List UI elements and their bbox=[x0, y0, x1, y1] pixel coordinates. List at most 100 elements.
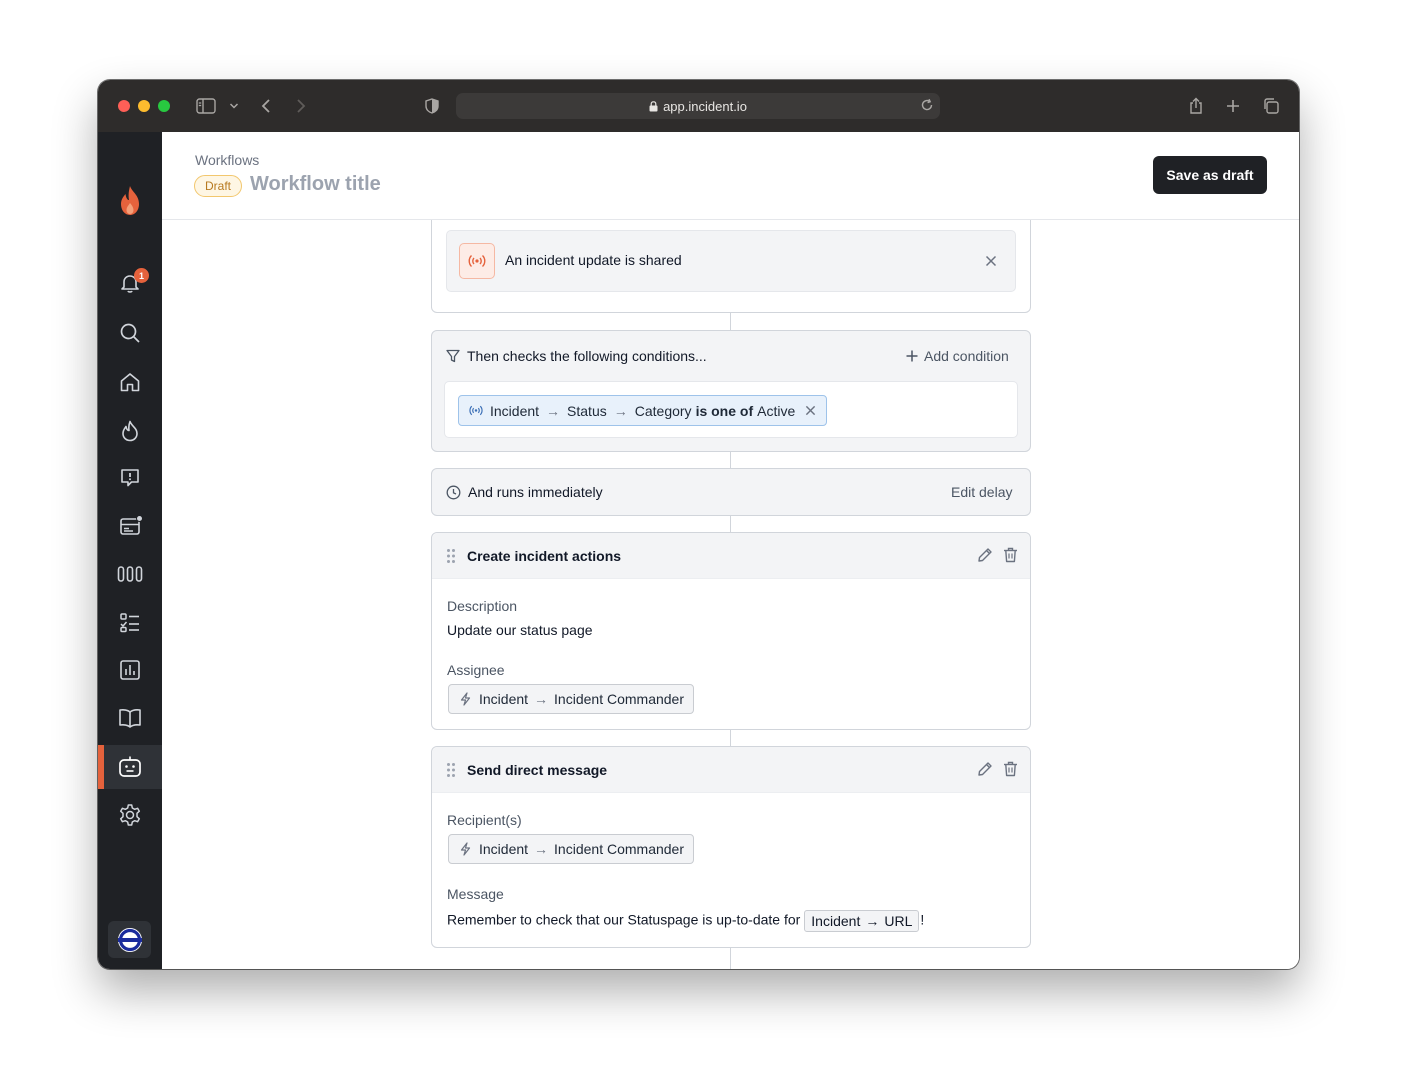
tab-overview-icon[interactable] bbox=[1259, 94, 1283, 118]
connector-line bbox=[730, 516, 731, 532]
arrow-right-icon: → bbox=[546, 402, 561, 419]
edit-pencil-icon[interactable] bbox=[977, 547, 993, 563]
workflows-robot-icon[interactable] bbox=[98, 745, 162, 789]
flame-logo-icon[interactable] bbox=[98, 179, 162, 223]
message-variable-chip[interactable]: Incident → URL bbox=[804, 910, 920, 932]
plus-icon bbox=[906, 350, 918, 362]
share-icon[interactable] bbox=[1184, 94, 1208, 118]
on-call-icon[interactable] bbox=[98, 552, 162, 596]
variable-part-commander: Incident Commander bbox=[554, 691, 684, 707]
back-arrow-icon[interactable] bbox=[254, 94, 278, 118]
search-icon[interactable] bbox=[98, 311, 162, 355]
minimize-window-button[interactable] bbox=[138, 100, 150, 112]
action-header: Send direct message bbox=[432, 747, 1030, 793]
delay-card: And runs immediately Edit delay bbox=[431, 468, 1031, 516]
arrow-right-icon: → bbox=[534, 841, 549, 857]
zoom-window-button[interactable] bbox=[158, 100, 170, 112]
remove-condition-close-icon[interactable] bbox=[805, 405, 816, 416]
notification-count-badge: 1 bbox=[134, 268, 149, 283]
variable-part-incident: Incident bbox=[479, 841, 529, 857]
privacy-shield-icon[interactable] bbox=[420, 94, 444, 118]
action-card-create-incident-actions: Create incident actions Description Upda… bbox=[431, 532, 1031, 730]
recipients-label: Recipient(s) bbox=[447, 812, 522, 828]
arrow-right-icon: → bbox=[865, 913, 880, 929]
conditions-heading: Then checks the following conditions... bbox=[446, 348, 707, 364]
chevron-down-icon[interactable] bbox=[222, 94, 246, 118]
page-header: Workflows Draft Workflow title Save as d… bbox=[162, 132, 1299, 220]
arrow-right-icon: → bbox=[534, 691, 549, 707]
message-label: Message bbox=[447, 886, 504, 902]
delay-text: And runs immediately bbox=[468, 484, 603, 500]
assignee-variable-chip[interactable]: Incident → Incident Commander bbox=[448, 684, 694, 714]
variable-part-url: URL bbox=[884, 913, 913, 929]
lightning-icon bbox=[460, 692, 479, 706]
delete-trash-icon[interactable] bbox=[1003, 761, 1018, 777]
workflow-canvas: An incident update is shared Then checks… bbox=[162, 220, 1299, 969]
conditions-list: Incident → Status → Category is one of A… bbox=[444, 381, 1018, 438]
insights-chart-icon[interactable] bbox=[98, 648, 162, 692]
home-icon[interactable] bbox=[98, 360, 162, 404]
variable-part-incident: Incident bbox=[811, 913, 861, 929]
notifications-bell-icon[interactable]: 1 bbox=[98, 261, 162, 305]
variable-part-commander: Incident Commander bbox=[554, 841, 684, 857]
sidebar-toggle-icon[interactable] bbox=[194, 94, 218, 118]
description-value: Update our status page bbox=[447, 622, 593, 638]
status-page-icon[interactable] bbox=[98, 504, 162, 548]
delete-trash-icon[interactable] bbox=[1003, 547, 1018, 563]
status-badge: Draft bbox=[194, 175, 243, 197]
remove-trigger-close-icon[interactable] bbox=[985, 255, 997, 267]
message-suffix: ! bbox=[920, 911, 925, 928]
lock-icon bbox=[649, 100, 658, 112]
action-card-send-direct-message: Send direct message Recipient(s) Inciden… bbox=[431, 746, 1031, 948]
trigger-label: An incident update is shared bbox=[505, 252, 682, 268]
breadcrumb-workflows[interactable]: Workflows bbox=[195, 152, 259, 168]
condition-value: Active bbox=[757, 402, 796, 419]
drag-handle-icon[interactable] bbox=[446, 762, 456, 783]
condition-operator: is one of bbox=[695, 402, 754, 419]
alert-message-icon[interactable] bbox=[98, 456, 162, 500]
edit-pencil-icon[interactable] bbox=[977, 761, 993, 777]
condition-part-status: Status bbox=[567, 402, 607, 419]
clock-icon bbox=[446, 485, 468, 500]
organization-logo[interactable] bbox=[108, 921, 151, 958]
add-condition-button[interactable]: Add condition bbox=[906, 348, 1009, 364]
condition-part-incident: Incident bbox=[490, 402, 540, 419]
address-bar[interactable]: app.incident.io bbox=[456, 93, 940, 119]
app-sidebar: 1 bbox=[98, 132, 162, 969]
incidents-flame-icon[interactable] bbox=[98, 409, 162, 453]
conditions-heading-text: Then checks the following conditions... bbox=[467, 348, 707, 364]
save-as-draft-button[interactable]: Save as draft bbox=[1153, 156, 1267, 194]
trigger-card: An incident update is shared bbox=[431, 220, 1031, 313]
trigger-item[interactable]: An incident update is shared bbox=[446, 230, 1016, 292]
delay-label: And runs immediately bbox=[446, 484, 603, 500]
reload-icon[interactable] bbox=[920, 98, 934, 112]
new-tab-plus-icon[interactable] bbox=[1221, 94, 1245, 118]
connector-line bbox=[730, 730, 731, 746]
status-dot bbox=[136, 515, 143, 522]
catalog-book-icon[interactable] bbox=[98, 696, 162, 740]
description-label: Description bbox=[447, 598, 518, 614]
arrow-right-icon: → bbox=[613, 402, 628, 419]
assignee-label: Assignee bbox=[447, 662, 505, 678]
page-title[interactable]: Workflow title bbox=[250, 173, 381, 196]
edit-delay-button[interactable]: Edit delay bbox=[951, 484, 1012, 500]
drag-handle-icon[interactable] bbox=[446, 548, 456, 569]
message-text: Remember to check that our Statuspage is… bbox=[447, 911, 801, 928]
forward-arrow-icon[interactable] bbox=[289, 94, 313, 118]
condition-chip[interactable]: Incident → Status → Category is one of A… bbox=[458, 395, 828, 426]
browser-toolbar: app.incident.io bbox=[98, 80, 1299, 132]
connector-line bbox=[730, 948, 731, 969]
broadcast-icon bbox=[469, 405, 483, 416]
close-window-button[interactable] bbox=[118, 100, 130, 112]
browser-window: app.incident.io 1 Workflows Draft Workfl… bbox=[98, 80, 1299, 969]
settings-gear-icon[interactable] bbox=[98, 793, 162, 837]
message-value: Remember to check that our Statuspage is… bbox=[447, 910, 924, 932]
add-condition-label: Add condition bbox=[924, 348, 1009, 364]
checklist-icon[interactable] bbox=[98, 600, 162, 644]
connector-line bbox=[730, 452, 731, 468]
lightning-icon bbox=[460, 842, 479, 856]
action-title: Send direct message bbox=[467, 762, 608, 778]
recipient-variable-chip[interactable]: Incident → Incident Commander bbox=[448, 834, 694, 864]
variable-part-incident: Incident bbox=[479, 691, 529, 707]
action-header: Create incident actions bbox=[432, 533, 1030, 579]
